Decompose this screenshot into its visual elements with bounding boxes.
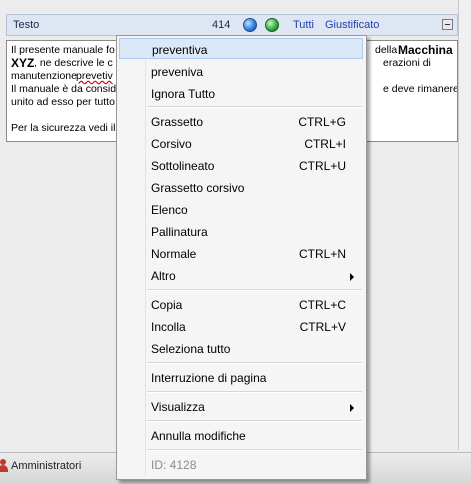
menu-item-shortcut: CTRL+C	[298, 298, 346, 312]
menu-item-bold[interactable]: Grassetto CTRL+G	[119, 111, 363, 132]
menu-item-shortcut: CTRL+N	[298, 247, 346, 261]
user-group-label[interactable]: Amministratori	[11, 460, 81, 472]
record-id-label: ID: 4128	[151, 458, 197, 472]
menu-item-label: Annulla modifiche	[151, 429, 246, 443]
menu-item-label: Ignora Tutto	[151, 87, 216, 101]
editor-line: Il presente manuale fo	[11, 44, 115, 56]
menu-item-label: preveniva	[151, 65, 204, 79]
globe-green-icon[interactable]	[265, 18, 279, 32]
menu-item-label: Pallinatura	[151, 225, 208, 239]
text-section-header: Testo 414 Tutti Giustificato	[6, 14, 458, 36]
menu-separator	[147, 289, 362, 291]
menu-item-suggestion-preveniva[interactable]: preveniva	[119, 61, 363, 82]
menu-separator	[147, 420, 362, 422]
menu-item-bullets[interactable]: Pallinatura	[119, 221, 363, 242]
menu-separator	[147, 449, 362, 451]
vertical-scrollbar[interactable]	[458, 0, 471, 450]
menu-item-paste[interactable]: Incolla CTRL+V	[119, 316, 363, 337]
section-label: Testo	[13, 19, 40, 31]
menu-item-other[interactable]: Altro	[119, 265, 363, 286]
menu-item-suggestion-preventiva[interactable]: preventiva	[119, 38, 363, 59]
editor-line: Il manuale è da consid	[11, 83, 117, 95]
menu-item-list[interactable]: Elenco	[119, 199, 363, 220]
submenu-arrow-icon	[350, 273, 354, 281]
menu-item-label: Seleziona tutto	[151, 342, 231, 356]
menu-item-label: Interruzione di pagina	[151, 371, 267, 385]
menu-item-shortcut: CTRL+U	[298, 159, 346, 173]
menu-item-label: Sottolineato	[151, 159, 215, 173]
collapse-icon[interactable]	[442, 19, 453, 30]
menu-item-page-break[interactable]: Interruzione di pagina	[119, 367, 363, 388]
all-link[interactable]: Tutti	[293, 19, 314, 31]
menu-item-underline[interactable]: Sottolineato CTRL+U	[119, 155, 363, 176]
menu-item-label: Grassetto corsivo	[151, 181, 245, 195]
menu-item-label: Altro	[151, 269, 176, 283]
menu-item-shortcut: CTRL+G	[298, 115, 346, 129]
menu-item-bold-italic[interactable]: Grassetto corsivo	[119, 177, 363, 198]
menu-item-normal[interactable]: Normale CTRL+N	[119, 243, 363, 264]
menu-separator	[147, 106, 362, 108]
editor-line: manutenzione	[11, 70, 77, 82]
editor-line: della	[375, 44, 398, 56]
menu-item-ignore-all[interactable]: Ignora Tutto	[119, 83, 363, 104]
misspelled-word[interactable]: prevetiv	[76, 70, 113, 82]
editor-line: , ne descrive le c	[34, 57, 113, 69]
editor-bold-word: XYZ	[11, 56, 35, 70]
menu-item-view[interactable]: Visualizza	[119, 396, 363, 417]
editor-line: Per la sicurezza vedi il	[11, 122, 116, 134]
editor-line: unito ad esso per tutto	[11, 96, 115, 108]
editor-line: erazioni di	[383, 57, 431, 69]
character-count: 414	[212, 19, 231, 31]
users-icon	[0, 459, 8, 473]
menu-item-undo-changes[interactable]: Annulla modifiche	[119, 425, 363, 446]
menu-item-label: Grassetto	[151, 115, 204, 129]
menu-item-select-all[interactable]: Seleziona tutto	[119, 338, 363, 359]
globe-blue-icon[interactable]	[243, 18, 257, 32]
menu-item-label: Visualizza	[151, 400, 205, 414]
justified-link[interactable]: Giustificato	[325, 19, 379, 31]
menu-item-label: Incolla	[151, 320, 186, 334]
menu-item-record-id: ID: 4128	[119, 454, 363, 475]
menu-item-italic[interactable]: Corsivo CTRL+I	[119, 133, 363, 154]
menu-separator	[147, 391, 362, 393]
menu-item-label: preventiva	[152, 43, 208, 57]
submenu-arrow-icon	[350, 404, 354, 412]
menu-item-shortcut: CTRL+V	[299, 320, 346, 334]
menu-item-label: Elenco	[151, 203, 188, 217]
menu-separator	[147, 362, 362, 364]
editor-line: e deve rimanere	[383, 83, 458, 95]
menu-item-label: Corsivo	[151, 137, 192, 151]
context-menu: preventiva preveniva Ignora Tutto Grasse…	[116, 35, 367, 480]
menu-item-label: Copia	[151, 298, 183, 312]
editor-bold-word: Macchina	[398, 43, 453, 57]
menu-item-shortcut: CTRL+I	[304, 137, 346, 151]
menu-item-copy[interactable]: Copia CTRL+C	[119, 294, 363, 315]
menu-item-label: Normale	[151, 247, 197, 261]
